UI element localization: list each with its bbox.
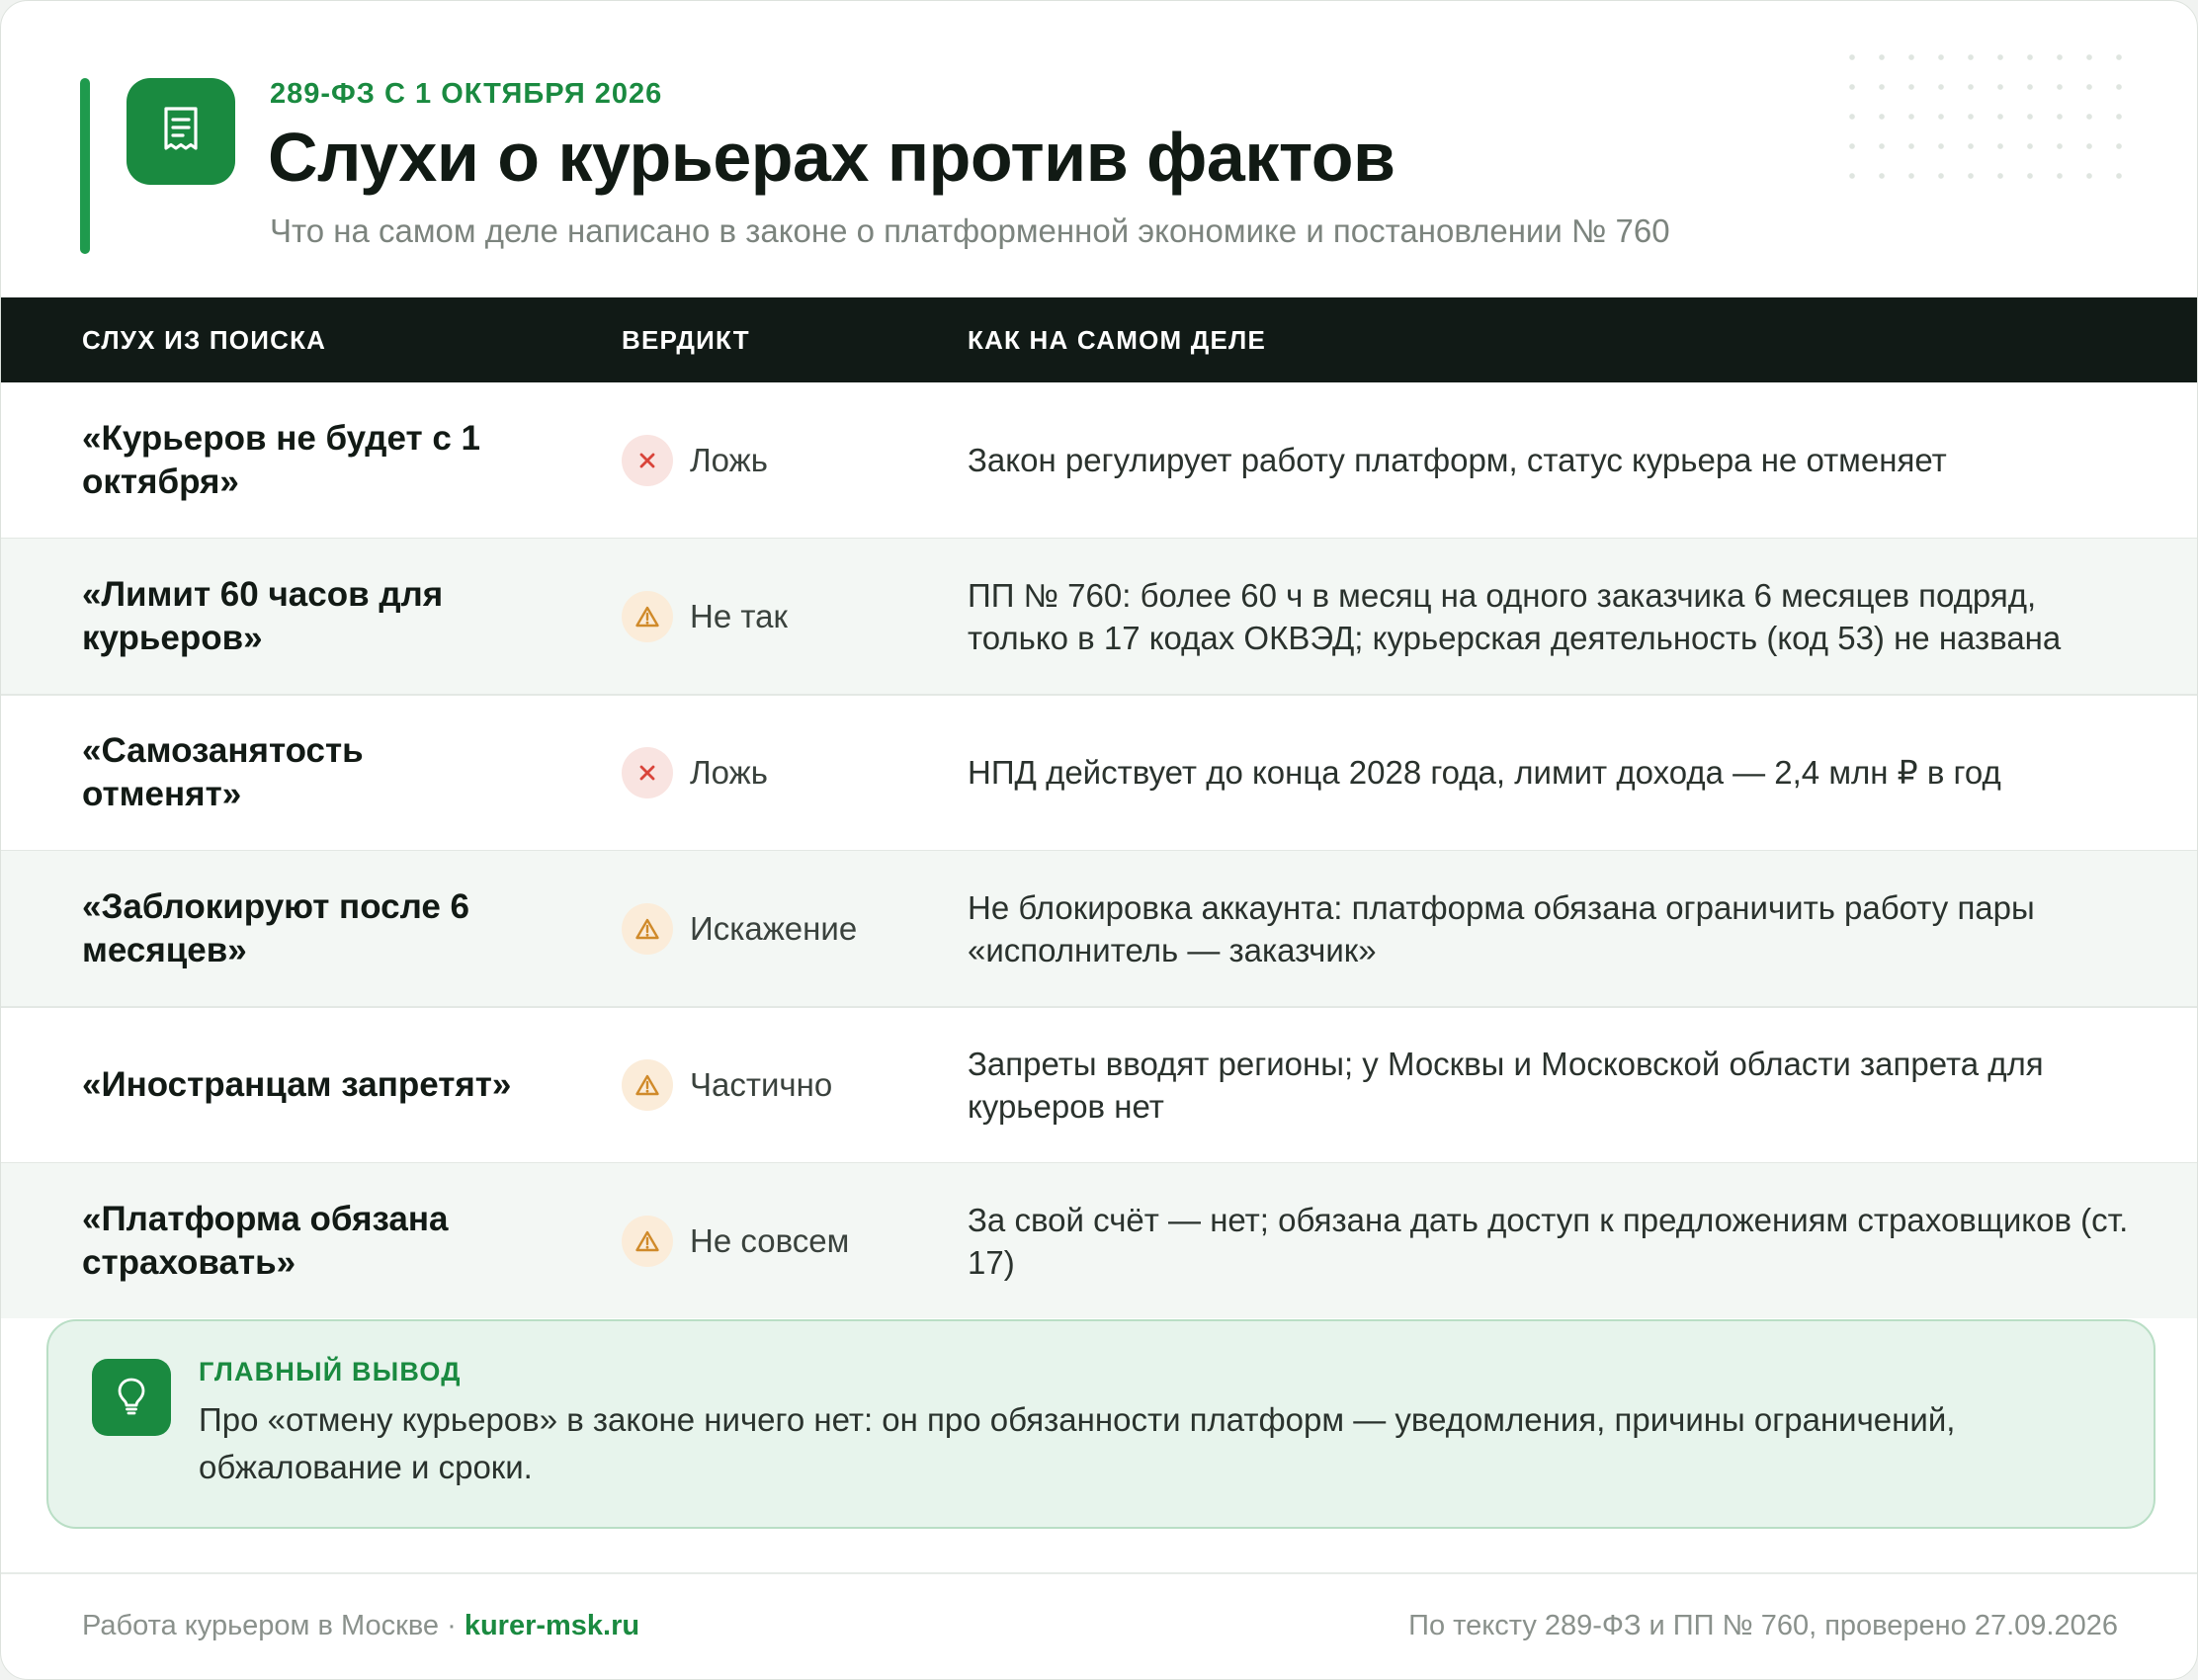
table-row: «Иностранцам запретят» Частично Запреты … [1, 1007, 2197, 1164]
column-header-rumor: СЛУХ ИЗ ПОИСКА [82, 325, 327, 355]
rumor-cell: «Заблокируют после 6 месяцев» [82, 886, 470, 969]
fact-cell: Запреты вводят регионы; у Москвы и Моско… [968, 1045, 2044, 1125]
verdict-cell: Искажение [622, 851, 857, 1006]
column-header-fact: КАК НА САМОМ ДЕЛЕ [968, 325, 1267, 355]
decorative-dot-grid [1837, 42, 2144, 191]
warning-icon [622, 590, 673, 642]
lightbulb-icon [115, 1376, 148, 1420]
footer-site-link[interactable]: kurer-msk.ru [465, 1610, 639, 1641]
verdict-label: Не совсем [690, 1221, 850, 1259]
warning-icon [622, 1058, 673, 1111]
table-row: «Самозанятость отменят» Ложь НПД действу… [1, 695, 2197, 852]
verdict-cell: Ложь [622, 382, 768, 538]
footer-divider [1, 1572, 2197, 1574]
fact-cell: ПП № 760: более 60 ч в месяц на одного з… [968, 576, 2062, 656]
table-row: «Лимит 60 часов для курьеров» Не так ПП … [1, 539, 2197, 696]
verdict-label: Частично [690, 1065, 833, 1103]
warning-icon [622, 902, 673, 955]
verdict-label: Искажение [690, 909, 858, 947]
verdict-label: Ложь [690, 753, 768, 791]
verdict-cell: Частично [622, 1007, 832, 1162]
cross-icon [622, 746, 673, 798]
verdict-cell: Не совсем [622, 1163, 849, 1318]
warning-icon [622, 1215, 673, 1267]
cross-icon [622, 434, 673, 486]
verdict-cell: Ложь [622, 695, 768, 850]
infographic-card: 289-ФЗ С 1 ОКТЯБРЯ 2026 Слухи о курьерах… [0, 0, 2198, 1680]
page-title: Слухи о курьерах против фактов [268, 119, 1395, 196]
footer-verification-note: По тексту 289-ФЗ и ПП № 760, проверено 2… [1408, 1610, 2118, 1641]
footer-source: Работа курьером в Москве · kurer-msk.ru [82, 1610, 639, 1642]
header-icon-badge [127, 78, 235, 185]
conclusion-box: ГЛАВНЫЙ ВЫВОД Про «отмену курьеров» в за… [46, 1319, 2156, 1529]
header-accent-bar [80, 78, 90, 254]
rumor-cell: «Самозанятость отменят» [82, 730, 364, 813]
table-row: «Курьеров не будет с 1 октября» Ложь Зак… [1, 382, 2197, 540]
page-subtitle: Что на самом деле написано в законе о пл… [270, 212, 1670, 249]
fact-cell: НПД действует до конца 2028 года, лимит … [968, 754, 2001, 791]
conclusion-icon-badge [92, 1359, 171, 1436]
receipt-document-icon [158, 105, 204, 159]
verdict-cell: Не так [622, 539, 788, 694]
rumor-cell: «Иностранцам запретят» [82, 1064, 512, 1104]
table-row: «Платформа обязана страховать» Не совсем… [1, 1163, 2197, 1318]
table-header: СЛУХ ИЗ ПОИСКА ВЕРДИКТ КАК НА САМОМ ДЕЛЕ [1, 297, 2197, 382]
conclusion-text: Про «отмену курьеров» в законе ничего не… [199, 1401, 1956, 1485]
fact-cell: Закон регулирует работу платформ, статус… [968, 442, 1947, 478]
rumor-cell: «Лимит 60 часов для курьеров» [82, 574, 444, 657]
rumor-cell: «Курьеров не будет с 1 октября» [82, 418, 481, 501]
column-header-verdict: ВЕРДИКТ [622, 325, 750, 355]
verdict-label: Не так [690, 597, 788, 634]
law-eyebrow: 289-ФЗ С 1 ОКТЯБРЯ 2026 [270, 78, 663, 110]
rumor-cell: «Платформа обязана страховать» [82, 1199, 449, 1282]
table-row: «Заблокируют после 6 месяцев» Искажение … [1, 851, 2197, 1008]
conclusion-heading: ГЛАВНЫЙ ВЫВОД [199, 1357, 462, 1386]
fact-cell: Не блокировка аккаунта: платформа обязан… [968, 888, 2035, 968]
footer-label: Работа курьером в Москве · [82, 1610, 465, 1641]
fact-cell: За свой счёт — нет; обязана дать доступ … [968, 1201, 2129, 1281]
verdict-label: Ложь [690, 441, 768, 478]
